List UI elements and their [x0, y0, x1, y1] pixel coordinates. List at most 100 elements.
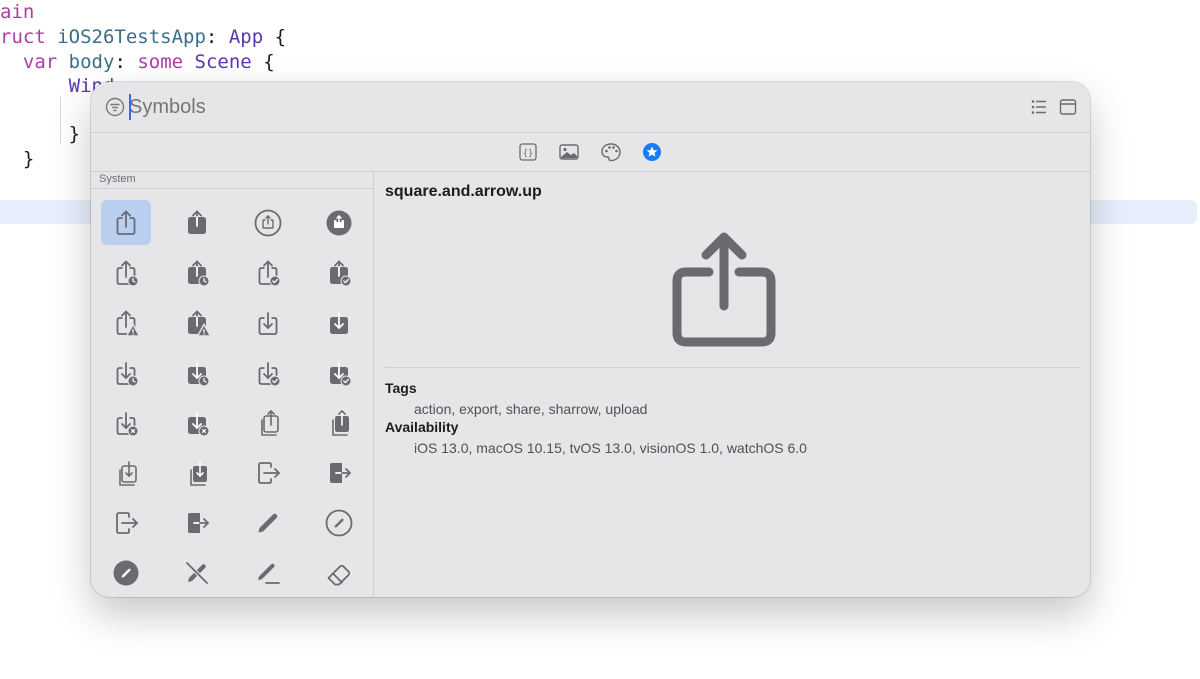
symbol-cell[interactable] [314, 550, 364, 595]
star-circle-fill-icon[interactable] [641, 141, 663, 163]
symbol-cell[interactable] [172, 550, 222, 595]
code-token: { [251, 51, 275, 73]
square-and-arrow-down-badge-checkmark-fill-icon [330, 361, 352, 386]
symbol-preview-icon [672, 232, 776, 347]
list-view-icon[interactable] [1029, 97, 1049, 117]
code-token: : [205, 26, 229, 48]
square-and-arrow-up-on-square-icon [261, 409, 279, 436]
symbol-cell[interactable] [314, 450, 364, 495]
symbol-cell[interactable] [314, 200, 364, 245]
symbol-cell[interactable] [172, 500, 222, 545]
search-bar [91, 82, 1090, 133]
section-label: System [99, 173, 136, 185]
code-token: } [0, 148, 35, 170]
section-divider [91, 188, 373, 189]
rectangle-portrait-and-arrow-forward-icon [116, 511, 138, 534]
eraser-icon [327, 564, 351, 585]
code-token: Scene [194, 51, 252, 73]
symbol-cell[interactable] [172, 350, 222, 395]
pencil-circle-icon [325, 509, 353, 536]
symbol-cell[interactable] [314, 300, 364, 345]
curlybraces-icon[interactable]: {} [517, 141, 539, 163]
symbol-detail: square.and.arrow.up Tags action, export,… [374, 172, 1090, 597]
square-and-arrow-up-fill-icon [188, 210, 206, 234]
code-line: ruct iOS26TestsApp: App { [0, 25, 286, 49]
square-and-arrow-up-circle-fill-icon [326, 210, 352, 235]
rectangle-portrait-and-arrow-right-icon [258, 461, 280, 484]
symbol-cell[interactable] [243, 400, 293, 445]
square-and-arrow-up-trianglebadge-exclamationmark-fill-icon [188, 310, 212, 337]
symbol-cell[interactable] [314, 350, 364, 395]
symbol-cell[interactable] [172, 450, 222, 495]
symbol-cell[interactable] [314, 400, 364, 445]
code-line: ain [0, 0, 34, 24]
square-and-arrow-up-badge-checkmark-fill-icon [330, 260, 352, 286]
symbol-cell[interactable] [243, 450, 293, 495]
code-token: App [228, 26, 264, 48]
symbol-cell[interactable] [243, 550, 293, 595]
text-caret [129, 94, 131, 120]
pencil-line-icon [258, 563, 280, 584]
symbol-cell[interactable] [172, 400, 222, 445]
symbol-cell[interactable] [101, 350, 151, 395]
pencil-slash-icon [185, 561, 209, 584]
library-type-bar: {} [91, 133, 1090, 172]
square-and-arrow-up-icon [116, 210, 136, 235]
tags-label: Tags [385, 380, 417, 396]
window-icon[interactable] [1058, 97, 1078, 117]
code-line: } [0, 122, 80, 146]
code-token: body [68, 51, 115, 73]
symbol-cell[interactable] [243, 300, 293, 345]
code-token: var [22, 51, 58, 73]
symbol-cell[interactable] [243, 500, 293, 545]
symbol-name: square.and.arrow.up [385, 183, 542, 200]
symbol-cell[interactable] [172, 250, 222, 295]
symbol-cell[interactable] [101, 550, 151, 595]
square-and-arrow-up-circle-icon [254, 209, 282, 236]
square-and-arrow-up-badge-clock-icon [116, 260, 139, 286]
symbol-cell[interactable] [101, 450, 151, 495]
filter-icon[interactable] [105, 97, 125, 117]
code-token: some [137, 51, 184, 73]
pencil-icon [258, 513, 278, 532]
symbol-cell[interactable] [243, 200, 293, 245]
symbol-cell[interactable] [172, 200, 222, 245]
code-line: } [0, 147, 34, 171]
square-and-arrow-down-badge-clock-fill-icon [188, 361, 210, 386]
square-and-arrow-down-badge-xmark-fill-icon [188, 411, 210, 436]
symbol-cell[interactable] [101, 400, 151, 445]
symbol-cell[interactable] [314, 250, 364, 295]
square-and-arrow-up-on-square-fill-icon [332, 409, 349, 436]
photo-icon[interactable] [558, 141, 580, 163]
symbol-cell[interactable] [243, 250, 293, 295]
square-and-arrow-down-badge-xmark-icon [116, 411, 139, 436]
symbol-cell[interactable] [101, 300, 151, 345]
search-input[interactable] [129, 92, 729, 122]
code-line: var body: some Scene { [0, 50, 275, 74]
symbols-sidebar: System [91, 172, 374, 597]
square-and-arrow-up-trianglebadge-exclamationmark-icon [116, 310, 141, 337]
square-and-arrow-down-badge-clock-icon [116, 361, 139, 386]
symbol-cell[interactable] [243, 350, 293, 395]
square-and-arrow-up-badge-checkmark-icon [258, 260, 281, 286]
symbol-cell[interactable] [101, 250, 151, 295]
code-token: { [263, 26, 287, 48]
symbol-cell[interactable] [101, 500, 151, 545]
rectangle-portrait-and-arrow-forward-fill-icon [188, 512, 209, 533]
square-and-arrow-down-badge-checkmark-icon [258, 361, 281, 386]
palette-icon[interactable] [600, 141, 622, 163]
code-token: ruct [0, 26, 58, 48]
square-and-arrow-down-on-square-icon [119, 460, 137, 486]
code-token: } [0, 123, 81, 145]
symbol-cell[interactable] [172, 300, 222, 345]
square-and-arrow-down-fill-icon [330, 311, 348, 334]
symbol-cell[interactable] [101, 200, 151, 245]
square-and-arrow-down-icon [258, 311, 278, 335]
symbol-cell[interactable] [314, 500, 364, 545]
availability-value: iOS 13.0, macOS 10.15, tvOS 13.0, vision… [414, 440, 807, 456]
square-and-arrow-up-badge-clock-fill-icon [188, 260, 210, 286]
